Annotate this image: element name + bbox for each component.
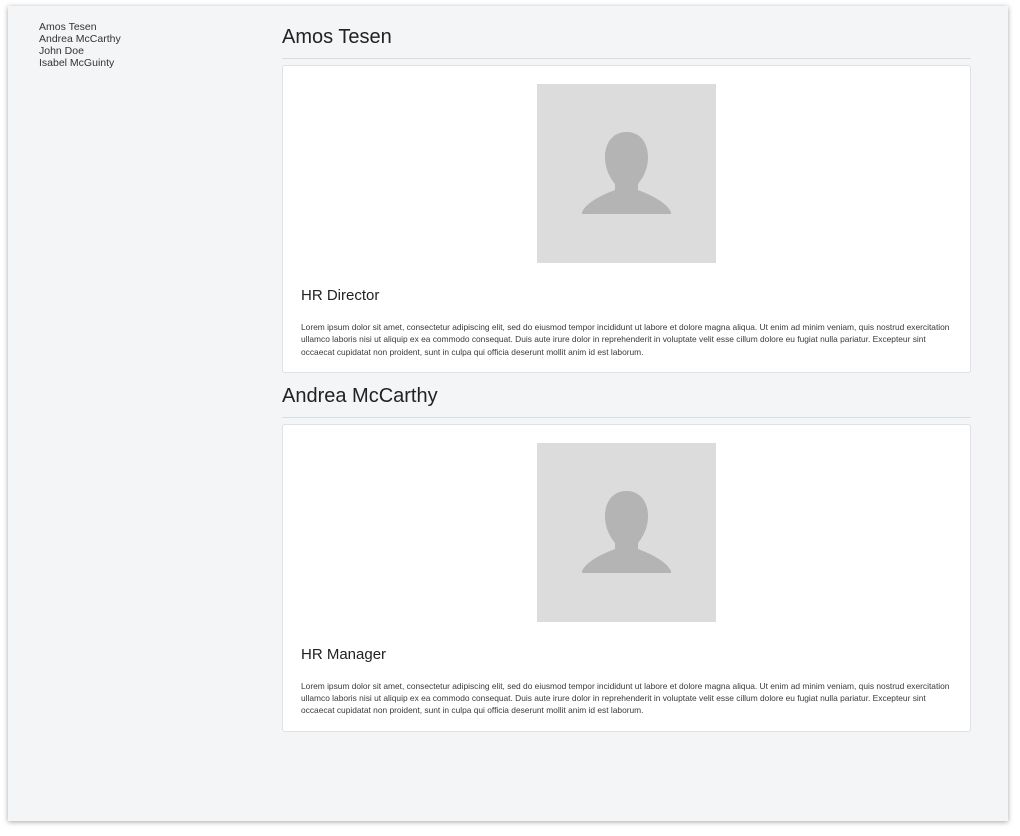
user-placeholder-icon bbox=[582, 490, 671, 573]
profile-section: Amos Tesen HR Director Lorem ipsum dolor… bbox=[282, 20, 971, 373]
sidebar-link-andrea-mccarthy[interactable]: Andrea McCarthy bbox=[39, 33, 239, 45]
sidebar-link-john-doe[interactable]: John Doe bbox=[39, 45, 239, 57]
sidebar-link-amos-tesen[interactable]: Amos Tesen bbox=[39, 21, 239, 33]
profile-card: HR Director Lorem ipsum dolor sit amet, … bbox=[282, 65, 971, 373]
avatar bbox=[537, 442, 716, 622]
user-placeholder-icon bbox=[582, 132, 671, 214]
profile-role: HR Director bbox=[301, 287, 380, 304]
page-frame: Amos Tesen Andrea McCarthy John Doe Isab… bbox=[8, 6, 1008, 821]
profile-bio: Lorem ipsum dolor sit amet, consectetur … bbox=[301, 680, 950, 716]
profiles-main: Amos Tesen HR Director Lorem ipsum dolor… bbox=[282, 20, 971, 738]
avatar bbox=[537, 84, 716, 263]
profile-card: HR Manager Lorem ipsum dolor sit amet, c… bbox=[282, 423, 971, 732]
sidebar-nav: Amos Tesen Andrea McCarthy John Doe Isab… bbox=[39, 21, 239, 69]
profile-bio: Lorem ipsum dolor sit amet, consectetur … bbox=[301, 322, 950, 357]
profile-name-heading: Amos Tesen bbox=[282, 20, 971, 59]
profile-section: Andrea McCarthy HR Manager Lorem ipsum d… bbox=[282, 379, 971, 732]
profile-name-heading: Andrea McCarthy bbox=[282, 379, 971, 418]
sidebar-link-isabel-mcguinty[interactable]: Isabel McGuinty bbox=[39, 57, 239, 69]
profile-role: HR Manager bbox=[301, 645, 387, 663]
